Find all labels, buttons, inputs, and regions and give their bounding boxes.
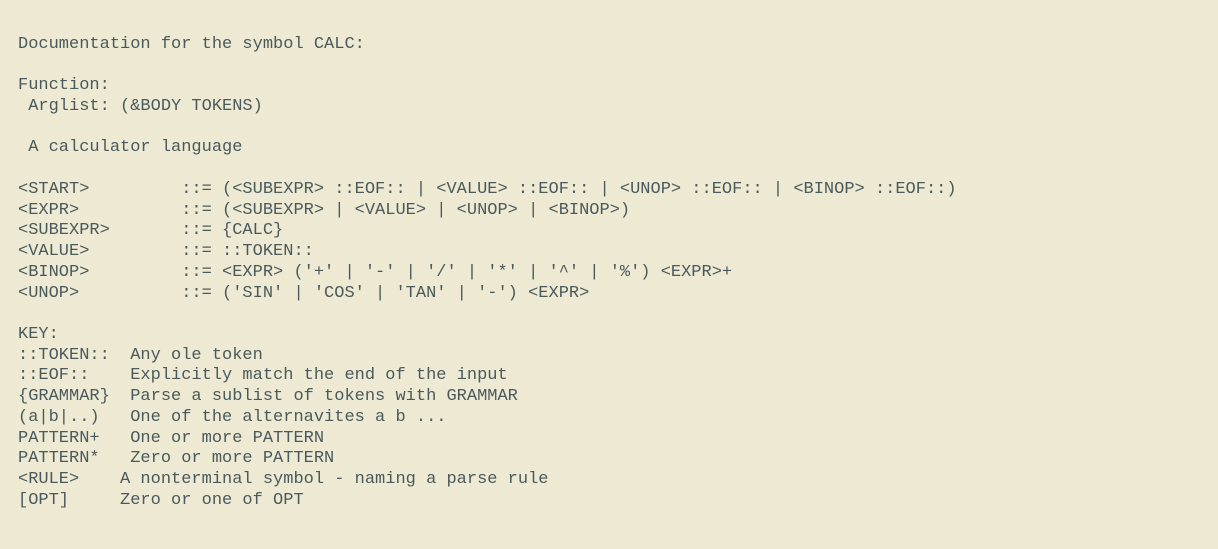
key-token: ::TOKEN:: Any ole token bbox=[18, 346, 263, 365]
key-alt: (a|b|..) One of the alternavites a b ... bbox=[18, 408, 446, 427]
key-label: KEY: bbox=[18, 325, 59, 344]
grammar-start: <START> ::= (<SUBEXPR> ::EOF:: | <VALUE>… bbox=[18, 180, 957, 199]
doc-title: Documentation for the symbol CALC: bbox=[18, 35, 365, 54]
grammar-subexpr: <SUBEXPR> ::= {CALC} bbox=[18, 221, 283, 240]
function-label: Function: bbox=[18, 76, 110, 95]
key-grammar: {GRAMMAR} Parse a sublist of tokens with… bbox=[18, 387, 518, 406]
key-rule: <RULE> A nonterminal symbol - naming a p… bbox=[18, 470, 549, 489]
key-star: PATTERN* Zero or more PATTERN bbox=[18, 449, 334, 468]
key-opt: [OPT] Zero or one of OPT bbox=[18, 491, 304, 510]
key-plus: PATTERN+ One or more PATTERN bbox=[18, 429, 324, 448]
key-eof: ::EOF:: Explicitly match the end of the … bbox=[18, 366, 508, 385]
grammar-binop: <BINOP> ::= <EXPR> ('+' | '-' | '/' | '*… bbox=[18, 263, 732, 282]
grammar-expr: <EXPR> ::= (<SUBEXPR> | <VALUE> | <UNOP>… bbox=[18, 201, 630, 220]
grammar-unop: <UNOP> ::= ('SIN' | 'COS' | 'TAN' | '-')… bbox=[18, 284, 589, 303]
grammar-value: <VALUE> ::= ::TOKEN:: bbox=[18, 242, 314, 261]
description: A calculator language bbox=[18, 138, 242, 157]
arglist: Arglist: (&BODY TOKENS) bbox=[18, 97, 263, 116]
